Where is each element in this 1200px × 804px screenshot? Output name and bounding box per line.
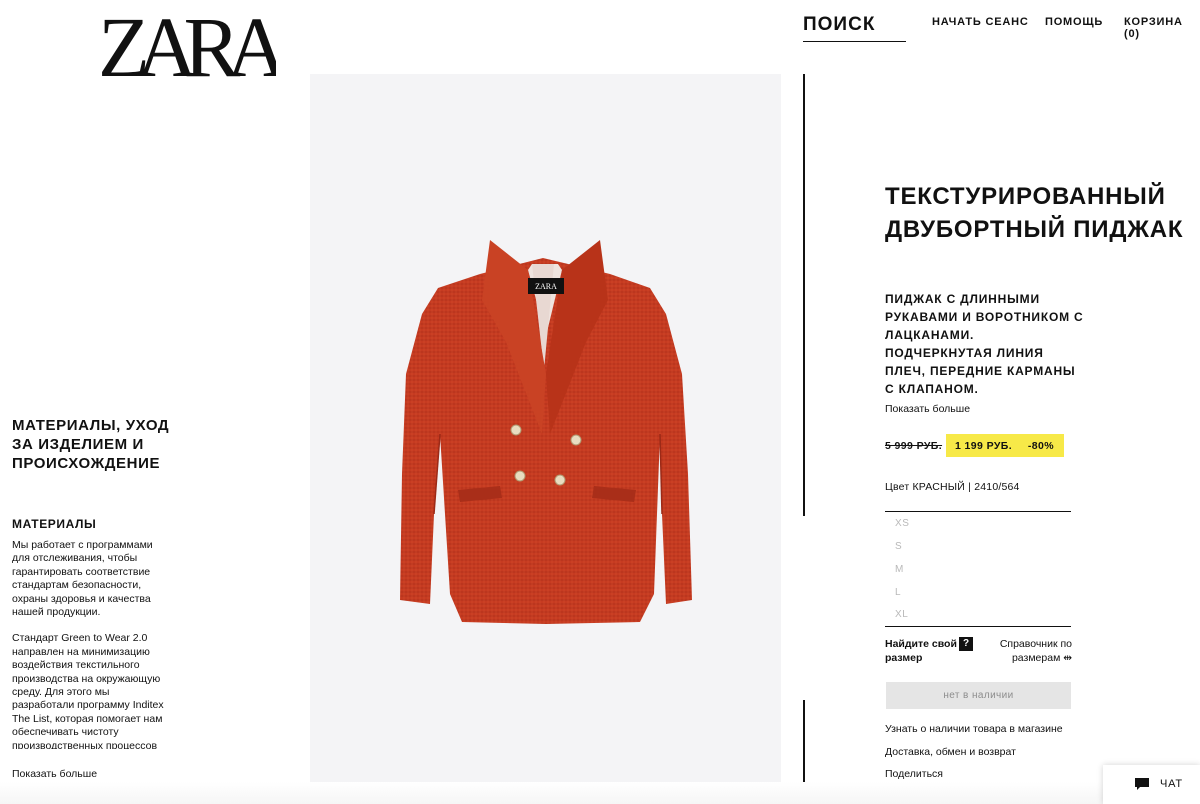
product-description: ПИДЖАК С ДЛИННЫМИ РУКАВАМИ И ВОРОТНИКОМ … [885,292,1084,396]
store-availability-link[interactable]: Узнать о наличии товара в магазине [885,723,1063,735]
size-option-xs[interactable]: XS [895,518,910,529]
login-link[interactable]: НАЧАТЬ СЕАНС [932,16,1029,28]
materials-text[interactable]: Мы работает с программами для отслеживан… [12,539,172,749]
description-show-more-link[interactable]: Показать больше [885,403,970,415]
materials-show-more-link[interactable]: Показать больше [12,768,97,780]
zara-logo[interactable]: ZARA [96,4,276,82]
out-of-stock-button[interactable]: нет в наличии [886,682,1071,709]
materials-paragraph: Стандарт Green to Wear 2.0 направлен на … [12,632,164,749]
old-price: 5 999 РУБ. [885,440,943,452]
share-link[interactable]: Поделиться [885,768,943,780]
materials-paragraph: Мы работает с программами для отслеживан… [12,539,153,619]
svg-text:ZARA: ZARA [535,282,557,291]
bottom-bar [0,782,1103,804]
chat-button[interactable]: ЧАТ [1103,765,1200,804]
size-option-m[interactable]: M [895,564,904,575]
price-badge: 1 199 РУБ. -80% [946,434,1064,457]
product-image[interactable]: ZARA [310,74,781,782]
product-page: ZARA ПОИСК НАЧАТЬ СЕАНС ПОМОЩЬ КОРЗИНА (… [0,0,1200,804]
help-link[interactable]: ПОМОЩЬ [1045,16,1103,28]
search-input[interactable]: ПОИСК [803,14,906,42]
find-your-size-link[interactable]: Найдите свой размер [885,637,957,665]
cart-link[interactable]: КОРЗИНА (0) [1124,16,1200,40]
product-title: ТЕКСТУРИРОВАННЫЙ ДВУБОРТНЫЙ ПИДЖАК [885,183,1184,243]
help-question-icon[interactable]: ? [959,637,973,651]
vertical-divider [803,74,805,516]
chat-label: ЧАТ [1160,778,1183,790]
new-price: 1 199 РУБ. [955,440,1013,452]
jacket-image: ZARA [400,240,692,624]
size-option-xl[interactable]: XL [895,609,908,620]
size-guide-link[interactable]: Справочник по размерам ⇹ [990,637,1072,665]
svg-text:ZARA: ZARA [98,4,276,82]
discount-percent: -80% [1027,440,1054,452]
chat-bubble-icon [1135,778,1149,790]
delivery-returns-link[interactable]: Доставка, обмен и возврат [885,746,1016,758]
color-reference: Цвет КРАСНЫЙ | 2410/564 [885,481,1020,493]
vertical-divider [803,700,805,782]
materials-subheading: МАТЕРИАЛЫ [12,517,97,531]
materials-section-heading: МАТЕРИАЛЫ, УХОД ЗА ИЗДЕЛИЕМ И ПРОИСХОЖДЕ… [12,417,170,472]
size-option-s[interactable]: S [895,541,902,552]
size-option-l[interactable]: L [895,587,901,598]
size-selector[interactable]: XS S M L XL [885,511,1071,627]
